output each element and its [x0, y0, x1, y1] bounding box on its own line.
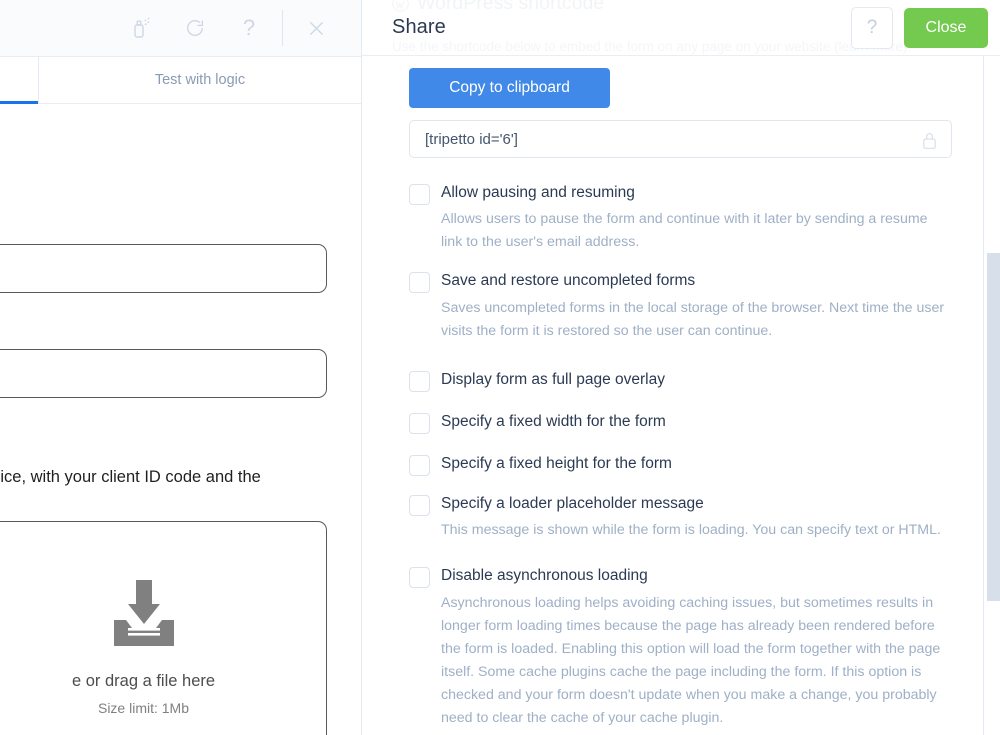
tab-test-with-logic-label: Test with logic — [154, 72, 246, 88]
option-row[interactable]: Save and restore uncompleted forms Saves… — [409, 270, 957, 342]
option-label: Disable asynchronous loading — [441, 567, 648, 585]
option-description: Allows users to pause the form and conti… — [441, 211, 928, 251]
copy-to-clipboard-label: Copy to clipboard — [449, 79, 570, 96]
option-text: Specify a fixed height for the form — [441, 453, 952, 476]
preview-paragraph: r invoice, with your client ID code and … — [0, 468, 261, 486]
app-root: ? Test with logic r invoice, with your c… — [0, 0, 1000, 735]
option-row[interactable]: Disable asynchronous loading Asynchronou… — [409, 565, 957, 729]
share-modal: WordPress shortcode Use the shortcode be… — [361, 0, 1000, 735]
preview-file-dropzone[interactable]: e or drag a file here Size limit: 1Mb — [0, 521, 327, 735]
preview-tabs: Test with logic — [0, 57, 361, 104]
preview-body: r invoice, with your client ID code and … — [0, 104, 361, 735]
option-text: Save and restore uncompleted forms Saves… — [441, 270, 952, 342]
tab-test-with-logic[interactable]: Test with logic — [39, 57, 361, 103]
option-label: Allow pausing and resuming — [441, 184, 635, 201]
checkbox-save-restore[interactable] — [409, 272, 430, 294]
share-modal-body: Copy to clipboard [tripetto id='6'] Allo… — [362, 56, 1000, 735]
option-label: Display form as full page overlay — [441, 370, 665, 388]
option-description: This message is shown while the form is … — [441, 522, 941, 539]
file-upload-icon — [108, 580, 180, 646]
copy-to-clipboard-button[interactable]: Copy to clipboard — [409, 68, 610, 108]
preview-text-input-1[interactable] — [0, 244, 327, 293]
help-button-label: ? — [866, 17, 878, 38]
option-label: Specify a loader placeholder message — [441, 494, 704, 512]
help-button[interactable]: ? — [851, 7, 893, 49]
checkbox-disable-async[interactable] — [409, 567, 430, 589]
option-description: Asynchronous loading helps avoiding cach… — [441, 594, 941, 726]
checkbox-loader-placeholder[interactable] — [409, 494, 430, 516]
close-button[interactable]: Close — [904, 8, 988, 48]
option-row[interactable]: Specify a loader placeholder message Thi… — [409, 493, 957, 542]
lock-icon — [921, 131, 938, 155]
tab-preview[interactable] — [0, 57, 39, 104]
option-row[interactable]: Display form as full page overlay — [409, 369, 957, 392]
dropzone-size-limit: Size limit: 1Mb — [97, 700, 190, 716]
preview-toolbar: ? — [0, 0, 361, 57]
question-mark-icon[interactable]: ? — [222, 0, 276, 56]
page-title: Share — [392, 16, 446, 38]
shortcode-field[interactable]: [tripetto id='6'] — [409, 120, 952, 158]
toolbar-divider — [282, 10, 283, 46]
shortcode-value: [tripetto id='6'] — [425, 130, 518, 148]
close-button-label: Close — [925, 19, 967, 36]
spray-can-icon[interactable] — [114, 0, 168, 56]
checkbox-full-page-overlay[interactable] — [409, 370, 430, 392]
option-text: Allow pausing and resuming Allows users … — [441, 182, 952, 254]
option-label: Specify a fixed width for the form — [441, 412, 666, 430]
vertical-scrollbar[interactable] — [983, 56, 1000, 735]
option-text: Display form as full page overlay — [441, 369, 952, 392]
checkbox-allow-pausing[interactable] — [409, 184, 430, 205]
checkbox-fixed-height[interactable] — [409, 454, 430, 476]
checkbox-fixed-width[interactable] — [409, 412, 430, 434]
refresh-icon[interactable] — [168, 0, 222, 56]
close-icon[interactable] — [289, 0, 343, 56]
option-text: Specify a loader placeholder message Thi… — [441, 493, 952, 542]
option-row[interactable]: Allow pausing and resuming Allows users … — [409, 182, 957, 254]
dropzone-main-text: e or drag a file here — [71, 672, 216, 690]
preview-text-input-2[interactable] — [0, 349, 327, 398]
option-label: Save and restore uncompleted forms — [441, 272, 696, 290]
scrollbar-thumb[interactable] — [987, 253, 1000, 601]
option-description: Saves uncompleted forms in the local sto… — [441, 299, 945, 339]
option-text: Disable asynchronous loading Asynchronou… — [441, 565, 952, 729]
option-text: Specify a fixed width for the form — [441, 411, 952, 434]
option-row[interactable]: Specify a fixed width for the form — [409, 411, 957, 434]
form-preview-panel: ? Test with logic r invoice, with your c… — [0, 0, 361, 735]
option-row[interactable]: Specify a fixed height for the form — [409, 453, 957, 476]
option-label: Specify a fixed height for the form — [441, 454, 672, 472]
